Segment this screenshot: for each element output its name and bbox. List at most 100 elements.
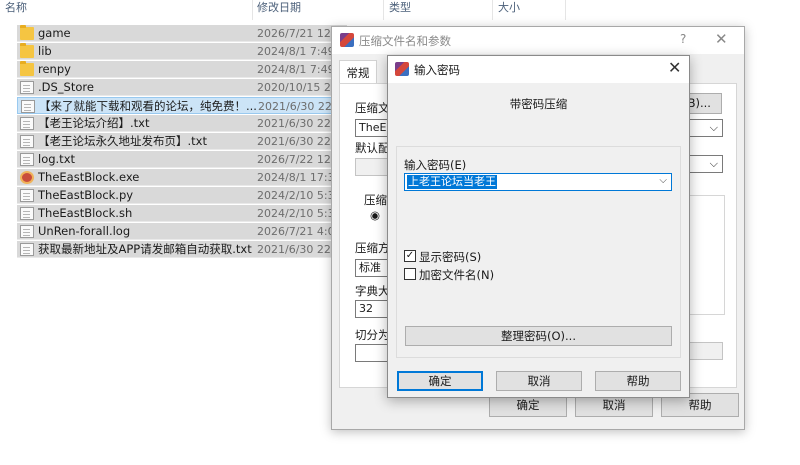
winrar-icon [395,62,409,76]
file-name: TheEastBlock.py [38,188,134,202]
file-name: log.txt [38,152,76,166]
checkbox-box[interactable]: ✓ [404,250,416,262]
file-icon [20,243,34,256]
file-date: 2021/6/30 22: [257,243,335,256]
file-name: TheEastBlock.sh [38,206,133,220]
column-divider[interactable] [565,0,566,20]
file-date: 2021/6/30 22: [257,135,335,148]
organize-passwords-button[interactable]: 整理密码(O)... [405,326,672,346]
enter-password-dialog: 输入密码 ✕ 带密码压缩 输入密码(E) 上老王论坛当老王 ⌵ ✓ 显示密码(S… [387,55,690,398]
file-date: 2024/8/1 17:3 [257,171,335,184]
file-name: TheEastBlock.exe [38,170,140,184]
tab-general[interactable]: 常规 [339,60,377,84]
file-date: 2021/6/30 22: [257,117,335,130]
file-icon [20,153,34,166]
file-date: 2020/10/15 2: [257,81,335,94]
file-date: 2024/2/10 5:3 [257,207,335,220]
checkbox-box[interactable] [404,268,416,280]
column-header-size[interactable]: 大小 [498,0,520,18]
file-icon [20,207,34,220]
file-date: 2021/6/30 22: [258,100,336,113]
file-name: lib [38,44,52,58]
file-name: 【来了就能下载和观看的论坛，纯免费！... [39,99,257,113]
column-divider[interactable] [492,0,493,20]
folder-icon [20,25,34,40]
column-divider[interactable] [383,0,384,20]
column-divider[interactable] [252,0,253,20]
column-header-date[interactable]: 修改日期 [257,0,301,18]
file-name: .DS_Store [38,80,94,94]
default-config-label: 默认配 [355,141,387,155]
file-date: 2024/2/10 5:3 [257,189,335,202]
dictionary-size-select[interactable]: 32 [355,300,389,318]
chevron-down-icon[interactable]: ⌵ [659,175,667,186]
file-row[interactable]: 【老王论坛永久地址发布页】.txt 2021/6/30 22: [17,133,347,150]
file-row[interactable]: TheEastBlock.py 2024/2/10 5:3 [17,187,347,204]
file-row[interactable]: UnRen-forall.log 2026/7/21 4:0 [17,223,347,240]
file-icon [21,100,35,113]
file-row[interactable]: renpy 2024/8/1 7:49 [17,61,347,78]
dialog-titlebar[interactable]: 压缩文件名和参数 ? ✕ [332,27,744,54]
column-header-type[interactable]: 类型 [389,0,411,18]
folder-icon [20,43,34,58]
file-icon [20,189,34,202]
compression-method-select[interactable]: 标准 [355,259,389,277]
file-row[interactable]: .DS_Store 2020/10/15 2: [17,79,347,96]
dictionary-size-label: 字典大 [355,284,387,298]
exe-icon [20,171,34,184]
password-dialog-title: 输入密码 [414,63,460,77]
encrypt-filenames-label[interactable]: 加密文件名(N) [419,267,494,283]
split-volumes-unit[interactable] [687,342,723,360]
archive-name-input[interactable]: TheEas [355,119,389,137]
split-volumes-input[interactable] [355,344,389,362]
file-date: 2026/7/22 12: [257,153,335,166]
file-name: game [38,26,71,40]
close-icon[interactable]: ✕ [715,30,728,48]
format-radio[interactable]: ◉ [370,208,388,222]
close-icon[interactable]: ✕ [668,58,681,77]
file-date: 2024/8/1 7:49 [257,63,335,76]
file-date: 2026/7/21 12: [257,27,335,40]
folder-icon [20,61,34,76]
password-ok-button[interactable]: 确定 [397,371,483,391]
split-volumes-label: 切分为 [355,328,387,342]
file-name: UnRen-forall.log [38,224,131,238]
file-icon [20,225,34,238]
file-name: 【老王论坛永久地址发布页】.txt [38,134,207,148]
password-cancel-button[interactable]: 取消 [496,371,582,391]
password-dialog-heading: 带密码压缩 [509,97,568,111]
column-header-name[interactable]: 名称 [5,0,27,18]
archive-name-dropdown-arrow[interactable]: ⌵ [687,119,723,137]
file-row[interactable]: 【老王论坛介绍】.txt 2021/6/30 22: [17,115,347,132]
file-row[interactable]: TheEastBlock.sh 2024/2/10 5:3 [17,205,347,222]
file-date: 2026/7/21 4:0 [257,225,335,238]
file-icon [20,117,34,130]
archive-name-label: 压缩文 [355,101,387,115]
profiles-button[interactable] [355,158,389,176]
file-row[interactable]: game 2026/7/21 12: [17,25,347,42]
dialog-title: 压缩文件名和参数 [359,34,451,48]
file-date: 2024/8/1 7:49 [257,45,335,58]
file-row[interactable]: 获取最新地址及APP请发邮箱自动获取.txt 2021/6/30 22: [17,241,347,258]
file-row[interactable]: log.txt 2026/7/22 12: [17,151,347,168]
file-name: 【老王论坛介绍】.txt [38,116,150,130]
password-value[interactable]: 上老王论坛当老王 [407,175,497,189]
file-icon [20,81,34,94]
options-box [687,195,725,315]
show-password-label[interactable]: 显示密码(S) [419,249,481,265]
file-row[interactable]: lib 2024/8/1 7:49 [17,43,347,60]
file-row[interactable]: 【来了就能下载和观看的论坛，纯免费！... 2021/6/30 22: [17,97,347,114]
file-name: renpy [38,62,71,76]
password-input[interactable]: 上老王论坛当老王 ⌵ [404,173,672,191]
compression-method-label: 压缩方 [355,241,387,255]
file-name: 获取最新地址及APP请发邮箱自动获取.txt [38,242,252,256]
file-row[interactable]: TheEastBlock.exe 2024/8/1 17:3 [17,169,347,186]
winrar-icon [340,33,354,47]
update-mode-dropdown-arrow[interactable]: ⌵ [687,155,723,173]
help-icon[interactable]: ? [680,32,686,46]
password-dialog-titlebar[interactable]: 输入密码 ✕ [388,56,689,83]
file-icon [20,135,34,148]
enter-password-label: 输入密码(E) [404,158,467,172]
archive-format-label: 压缩 [364,193,387,207]
password-help-button[interactable]: 帮助 [595,371,681,391]
